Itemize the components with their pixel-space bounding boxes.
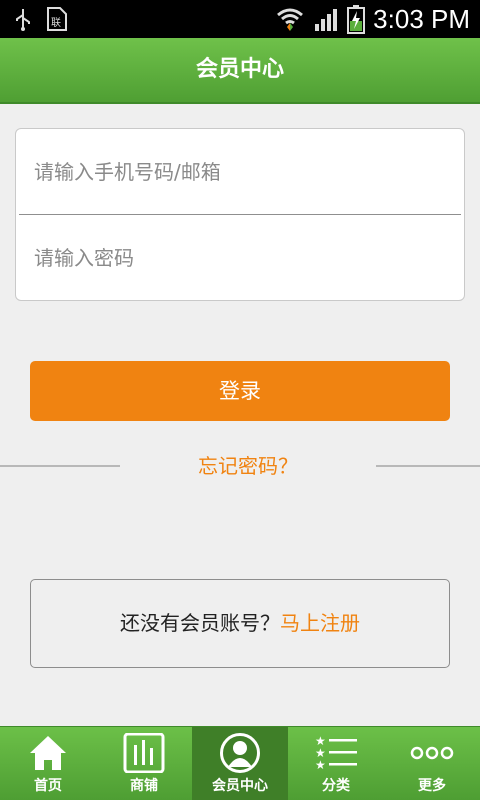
tab-more[interactable]: 更多 <box>384 727 480 800</box>
register-box: 还没有会员账号？马上注册 <box>30 579 450 668</box>
forgot-password-link[interactable]: 忘记密码？ <box>120 451 376 481</box>
bottom-tab-bar: 首页 商铺 会员中心 ★ ★ ★ 分类 更多 <box>0 726 480 800</box>
tab-label: 商铺 <box>130 778 158 794</box>
account-input[interactable] <box>16 129 464 215</box>
home-icon <box>30 736 66 770</box>
tab-label: 会员中心 <box>212 778 268 794</box>
category-list-icon: ★ ★ ★ <box>315 734 357 772</box>
register-link[interactable]: 马上注册 <box>280 611 360 635</box>
tab-label: 首页 <box>34 778 62 794</box>
more-dots-icon <box>410 746 454 760</box>
tab-label: 更多 <box>418 778 446 794</box>
sim-card-icon: 联 <box>47 7 67 31</box>
tab-home[interactable]: 首页 <box>0 727 96 800</box>
login-input-card <box>15 128 465 301</box>
svg-text:★: ★ <box>315 758 326 772</box>
status-bar: 联 3:03 PM <box>0 0 480 38</box>
svg-text:联: 联 <box>51 17 61 29</box>
wifi-icon <box>277 8 304 31</box>
tab-label: 分类 <box>322 778 350 794</box>
tab-member-center[interactable]: 会员中心 <box>192 727 288 800</box>
register-prompt: 还没有会员账号？ <box>120 611 280 635</box>
app-header: 会员中心 <box>0 38 480 104</box>
divider-right <box>376 465 480 467</box>
tab-shop[interactable]: 商铺 <box>96 727 192 800</box>
password-input[interactable] <box>16 215 464 301</box>
usb-icon <box>16 9 30 31</box>
tab-category[interactable]: ★ ★ ★ 分类 <box>288 727 384 800</box>
page-title: 会员中心 <box>195 57 284 82</box>
divider-left <box>0 465 120 467</box>
login-button[interactable]: 登录 <box>30 361 450 421</box>
signal-icon <box>315 9 338 31</box>
clock-time: 3:03 PM <box>373 4 470 34</box>
battery-charging-icon <box>347 5 366 34</box>
member-icon <box>220 733 260 773</box>
shop-icon <box>123 733 165 773</box>
